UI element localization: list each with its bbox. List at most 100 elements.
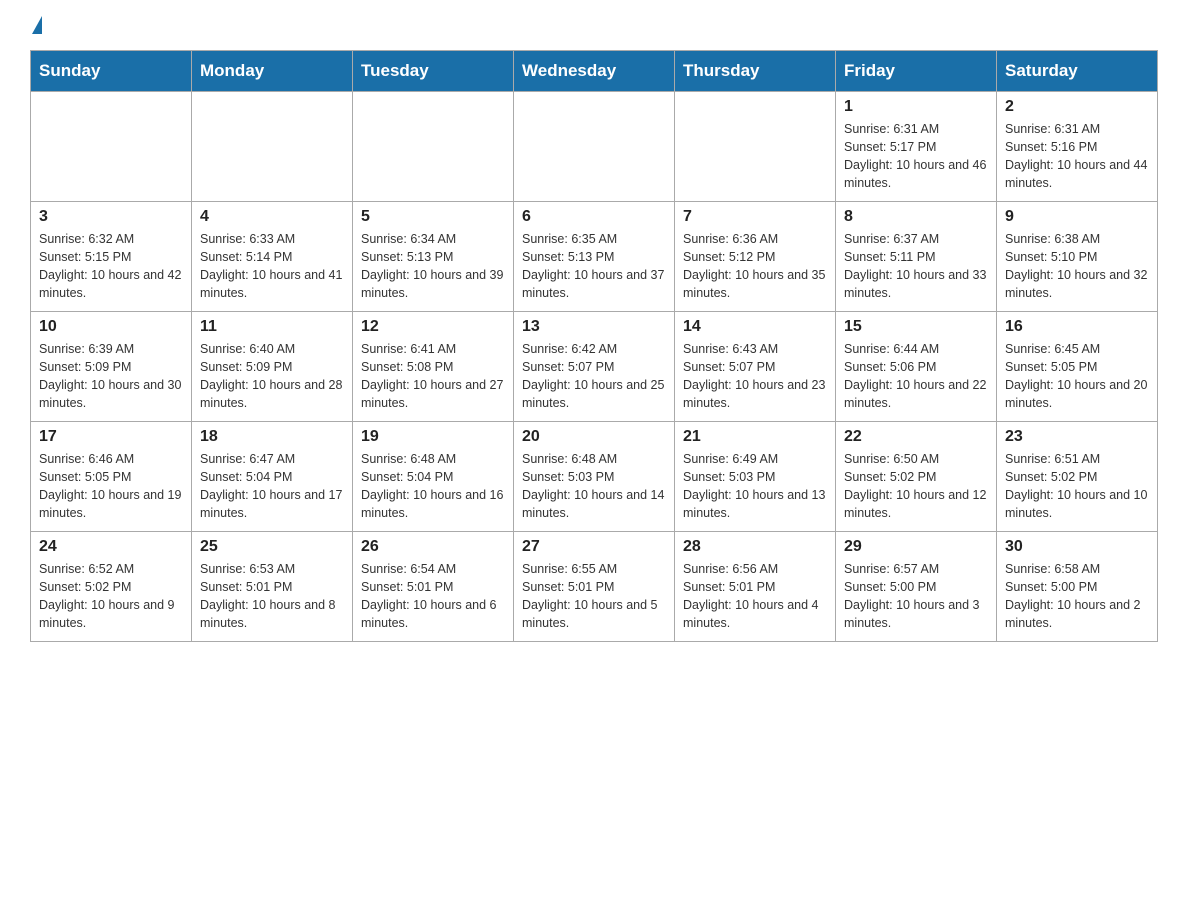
cell-week5-day0: 24 Sunrise: 6:52 AMSunset: 5:02 PMDayligh… — [31, 532, 192, 642]
day-info: Sunrise: 6:33 AMSunset: 5:14 PMDaylight:… — [200, 230, 344, 303]
week-row-3: 10 Sunrise: 6:39 AMSunset: 5:09 PMDayligh… — [31, 312, 1158, 422]
logo — [30, 20, 42, 32]
day-number: 3 — [39, 208, 183, 226]
day-info: Sunrise: 6:43 AMSunset: 5:07 PMDaylight:… — [683, 340, 827, 413]
day-info: Sunrise: 6:49 AMSunset: 5:03 PMDaylight:… — [683, 450, 827, 523]
week-row-5: 24 Sunrise: 6:52 AMSunset: 5:02 PMDayligh… — [31, 532, 1158, 642]
day-info: Sunrise: 6:50 AMSunset: 5:02 PMDaylight:… — [844, 450, 988, 523]
calendar-table: Sunday Monday Tuesday Wednesday Thursday… — [30, 50, 1158, 642]
header-sunday: Sunday — [31, 51, 192, 92]
header-saturday: Saturday — [997, 51, 1158, 92]
day-number: 13 — [522, 318, 666, 336]
day-number: 1 — [844, 98, 988, 116]
cell-week4-day3: 20Sunrise: 6:48 AMSunset: 5:03 PMDayligh… — [514, 422, 675, 532]
day-info: Sunrise: 6:57 AMSunset: 5:00 PMDaylight:… — [844, 560, 988, 633]
day-info: Sunrise: 6:44 AMSunset: 5:06 PMDaylight:… — [844, 340, 988, 413]
cell-week1-day0 — [31, 92, 192, 202]
cell-week2-day0: 3 Sunrise: 6:32 AMSunset: 5:15 PMDaylight… — [31, 202, 192, 312]
cell-week4-day4: 21 Sunrise: 6:49 AMSunset: 5:03 PMDayligh… — [675, 422, 836, 532]
cell-week1-day1 — [192, 92, 353, 202]
day-number: 12 — [361, 318, 505, 336]
day-info: Sunrise: 6:45 AMSunset: 5:05 PMDaylight:… — [1005, 340, 1149, 413]
cell-week5-day4: 28 Sunrise: 6:56 AMSunset: 5:01 PMDayligh… — [675, 532, 836, 642]
cell-week1-day2 — [353, 92, 514, 202]
day-info: Sunrise: 6:31 AMSunset: 5:16 PMDaylight:… — [1005, 120, 1149, 193]
day-number: 8 — [844, 208, 988, 226]
logo-triangle-icon — [32, 16, 42, 34]
header-friday: Friday — [836, 51, 997, 92]
cell-week2-day4: 7Sunrise: 6:36 AMSunset: 5:12 PMDaylight… — [675, 202, 836, 312]
cell-week2-day5: 8 Sunrise: 6:37 AMSunset: 5:11 PMDaylight… — [836, 202, 997, 312]
cell-week2-day1: 4 Sunrise: 6:33 AMSunset: 5:14 PMDaylight… — [192, 202, 353, 312]
cell-week5-day5: 29 Sunrise: 6:57 AMSunset: 5:00 PMDayligh… — [836, 532, 997, 642]
day-number: 18 — [200, 428, 344, 446]
day-number: 22 — [844, 428, 988, 446]
day-info: Sunrise: 6:35 AMSunset: 5:13 PMDaylight:… — [522, 230, 666, 303]
cell-week5-day3: 27Sunrise: 6:55 AMSunset: 5:01 PMDayligh… — [514, 532, 675, 642]
day-info: Sunrise: 6:34 AMSunset: 5:13 PMDaylight:… — [361, 230, 505, 303]
header-monday: Monday — [192, 51, 353, 92]
cell-week5-day2: 26 Sunrise: 6:54 AMSunset: 5:01 PMDayligh… — [353, 532, 514, 642]
cell-week3-day2: 12 Sunrise: 6:41 AMSunset: 5:08 PMDayligh… — [353, 312, 514, 422]
header-tuesday: Tuesday — [353, 51, 514, 92]
day-info: Sunrise: 6:40 AMSunset: 5:09 PMDaylight:… — [200, 340, 344, 413]
cell-week1-day4 — [675, 92, 836, 202]
cell-week3-day0: 10 Sunrise: 6:39 AMSunset: 5:09 PMDayligh… — [31, 312, 192, 422]
page-header — [30, 20, 1158, 32]
day-info: Sunrise: 6:54 AMSunset: 5:01 PMDaylight:… — [361, 560, 505, 633]
day-number: 15 — [844, 318, 988, 336]
day-number: 19 — [361, 428, 505, 446]
day-info: Sunrise: 6:55 AMSunset: 5:01 PMDaylight:… — [522, 560, 666, 633]
cell-week4-day6: 23Sunrise: 6:51 AMSunset: 5:02 PMDayligh… — [997, 422, 1158, 532]
cell-week4-day5: 22 Sunrise: 6:50 AMSunset: 5:02 PMDayligh… — [836, 422, 997, 532]
cell-week5-day6: 30 Sunrise: 6:58 AMSunset: 5:00 PMDayligh… — [997, 532, 1158, 642]
day-info: Sunrise: 6:52 AMSunset: 5:02 PMDaylight:… — [39, 560, 183, 633]
day-info: Sunrise: 6:56 AMSunset: 5:01 PMDaylight:… — [683, 560, 827, 633]
day-number: 29 — [844, 538, 988, 556]
day-number: 17 — [39, 428, 183, 446]
day-info: Sunrise: 6:58 AMSunset: 5:00 PMDaylight:… — [1005, 560, 1149, 633]
day-number: 24 — [39, 538, 183, 556]
day-number: 4 — [200, 208, 344, 226]
day-info: Sunrise: 6:39 AMSunset: 5:09 PMDaylight:… — [39, 340, 183, 413]
header-wednesday: Wednesday — [514, 51, 675, 92]
cell-week3-day6: 16Sunrise: 6:45 AMSunset: 5:05 PMDayligh… — [997, 312, 1158, 422]
day-info: Sunrise: 6:47 AMSunset: 5:04 PMDaylight:… — [200, 450, 344, 523]
day-info: Sunrise: 6:41 AMSunset: 5:08 PMDaylight:… — [361, 340, 505, 413]
day-info: Sunrise: 6:42 AMSunset: 5:07 PMDaylight:… — [522, 340, 666, 413]
week-row-4: 17 Sunrise: 6:46 AMSunset: 5:05 PMDayligh… — [31, 422, 1158, 532]
day-number: 20 — [522, 428, 666, 446]
cell-week1-day5: 1 Sunrise: 6:31 AMSunset: 5:17 PMDaylight… — [836, 92, 997, 202]
day-info: Sunrise: 6:38 AMSunset: 5:10 PMDaylight:… — [1005, 230, 1149, 303]
day-number: 9 — [1005, 208, 1149, 226]
cell-week5-day1: 25Sunrise: 6:53 AMSunset: 5:01 PMDayligh… — [192, 532, 353, 642]
cell-week1-day3 — [514, 92, 675, 202]
day-number: 2 — [1005, 98, 1149, 116]
day-info: Sunrise: 6:32 AMSunset: 5:15 PMDaylight:… — [39, 230, 183, 303]
week-row-2: 3 Sunrise: 6:32 AMSunset: 5:15 PMDaylight… — [31, 202, 1158, 312]
weekday-header-row: Sunday Monday Tuesday Wednesday Thursday… — [31, 51, 1158, 92]
cell-week3-day3: 13 Sunrise: 6:42 AMSunset: 5:07 PMDayligh… — [514, 312, 675, 422]
day-number: 7 — [683, 208, 827, 226]
day-number: 28 — [683, 538, 827, 556]
day-info: Sunrise: 6:46 AMSunset: 5:05 PMDaylight:… — [39, 450, 183, 523]
day-number: 10 — [39, 318, 183, 336]
cell-week3-day4: 14Sunrise: 6:43 AMSunset: 5:07 PMDayligh… — [675, 312, 836, 422]
cell-week4-day2: 19Sunrise: 6:48 AMSunset: 5:04 PMDayligh… — [353, 422, 514, 532]
day-number: 26 — [361, 538, 505, 556]
week-row-1: 1 Sunrise: 6:31 AMSunset: 5:17 PMDaylight… — [31, 92, 1158, 202]
cell-week4-day1: 18 Sunrise: 6:47 AMSunset: 5:04 PMDayligh… — [192, 422, 353, 532]
day-number: 30 — [1005, 538, 1149, 556]
day-number: 6 — [522, 208, 666, 226]
day-info: Sunrise: 6:31 AMSunset: 5:17 PMDaylight:… — [844, 120, 988, 193]
cell-week1-day6: 2 Sunrise: 6:31 AMSunset: 5:16 PMDaylight… — [997, 92, 1158, 202]
header-thursday: Thursday — [675, 51, 836, 92]
day-number: 23 — [1005, 428, 1149, 446]
cell-week2-day3: 6 Sunrise: 6:35 AMSunset: 5:13 PMDaylight… — [514, 202, 675, 312]
cell-week2-day6: 9 Sunrise: 6:38 AMSunset: 5:10 PMDaylight… — [997, 202, 1158, 312]
day-info: Sunrise: 6:37 AMSunset: 5:11 PMDaylight:… — [844, 230, 988, 303]
day-number: 21 — [683, 428, 827, 446]
cell-week2-day2: 5 Sunrise: 6:34 AMSunset: 5:13 PMDaylight… — [353, 202, 514, 312]
day-info: Sunrise: 6:53 AMSunset: 5:01 PMDaylight:… — [200, 560, 344, 633]
day-number: 5 — [361, 208, 505, 226]
